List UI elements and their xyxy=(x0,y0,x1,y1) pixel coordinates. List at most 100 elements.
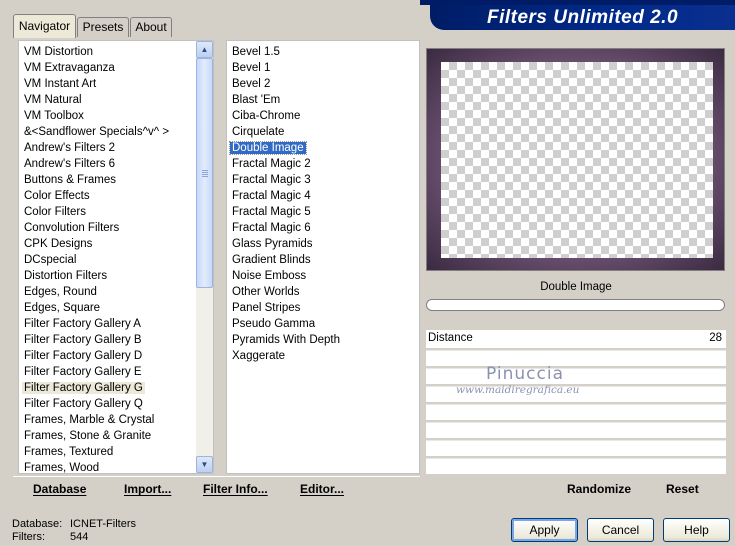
list-item-label: Other Worlds xyxy=(232,286,300,298)
database-label: Database: xyxy=(12,518,63,530)
list-item[interactable]: Frames, Marble & Crystal xyxy=(19,412,213,428)
list-item[interactable]: VM Distortion xyxy=(19,44,213,60)
list-item[interactable]: Filter Factory Gallery G xyxy=(19,380,213,396)
list-item[interactable]: Bevel 1 xyxy=(227,60,419,76)
list-item[interactable]: VM Instant Art xyxy=(19,76,213,92)
list-item[interactable]: Andrew's Filters 2 xyxy=(19,140,213,156)
list-item[interactable]: Panel Stripes xyxy=(227,300,419,316)
list-item-label: Edges, Square xyxy=(24,302,101,314)
parameter-row-empty xyxy=(426,350,726,366)
list-item[interactable]: Ciba-Chrome xyxy=(227,108,419,124)
list-item-label: Frames, Marble & Crystal xyxy=(24,414,155,426)
list-item[interactable]: Fractal Magic 3 xyxy=(227,172,419,188)
parameter-value: 28 xyxy=(709,332,722,344)
list-item[interactable]: Convolution Filters xyxy=(19,220,213,236)
list-item-label: VM Natural xyxy=(24,94,82,106)
list-item[interactable]: Distortion Filters xyxy=(19,268,213,284)
scroll-up-button[interactable]: ▲ xyxy=(196,41,213,58)
randomize-button[interactable]: Randomize xyxy=(567,480,631,498)
editor-button[interactable]: Editor... xyxy=(300,480,344,498)
parameter-row-empty xyxy=(426,368,726,384)
list-item[interactable]: Other Worlds xyxy=(227,284,419,300)
help-button[interactable]: Help xyxy=(663,518,730,542)
list-item[interactable]: Fractal Magic 6 xyxy=(227,220,419,236)
tab-about[interactable]: About xyxy=(130,17,172,37)
list-item[interactable]: Pseudo Gamma xyxy=(227,316,419,332)
list-item-label: Gradient Blinds xyxy=(232,254,311,266)
list-item[interactable]: Fractal Magic 4 xyxy=(227,188,419,204)
list-item[interactable]: Bevel 1.5 xyxy=(227,44,419,60)
list-item-label: Filter Factory Gallery Q xyxy=(24,398,143,410)
list-item-label: Bevel 1 xyxy=(232,62,271,74)
list-item-label: VM Toolbox xyxy=(24,110,84,122)
list-item[interactable]: Frames, Wood xyxy=(19,460,213,474)
parameter-row-distance[interactable]: Distance 28 xyxy=(426,330,726,348)
tab-navigator[interactable]: Navigator xyxy=(13,14,76,38)
list-item[interactable]: Filter Factory Gallery E xyxy=(19,364,213,380)
list-item-label: DCspecial xyxy=(24,254,77,266)
list-item[interactable]: Noise Emboss xyxy=(227,268,419,284)
list-item-label: Pyramids With Depth xyxy=(232,334,341,346)
list-item[interactable]: Filter Factory Gallery Q xyxy=(19,396,213,412)
list-item-label: Bevel 1.5 xyxy=(232,46,280,58)
watermark-url: www.maidiregrafica.eu xyxy=(456,384,580,396)
list-item-label: Color Filters xyxy=(24,206,86,218)
category-list[interactable]: VM Distortion VM Extravaganza VM Instant A… xyxy=(18,40,214,474)
list-item[interactable]: Gradient Blinds xyxy=(227,252,419,268)
parameter-row-empty xyxy=(426,422,726,438)
list-item-label: Pseudo Gamma xyxy=(232,318,316,330)
progress-bar xyxy=(426,299,725,311)
list-item[interactable]: Buttons & Frames xyxy=(19,172,213,188)
apply-button[interactable]: Apply xyxy=(511,518,578,542)
list-item[interactable]: CPK Designs xyxy=(19,236,213,252)
list-item[interactable]: Color Filters xyxy=(19,204,213,220)
list-item-label: Glass Pyramids xyxy=(232,238,313,250)
list-item[interactable]: VM Toolbox xyxy=(19,108,213,124)
list-item[interactable]: Bevel 2 xyxy=(227,76,419,92)
database-button[interactable]: Database xyxy=(33,480,86,498)
list-item[interactable]: Blast 'Em xyxy=(227,92,419,108)
list-item-label: Noise Emboss xyxy=(232,270,307,282)
list-item[interactable]: &<Sandflower Specials^v^ > xyxy=(19,124,213,140)
import-button[interactable]: Import... xyxy=(124,480,171,498)
list-item[interactable]: Filter Factory Gallery B xyxy=(19,332,213,348)
list-item-label: Bevel 2 xyxy=(232,78,271,90)
list-item[interactable]: Edges, Round xyxy=(19,284,213,300)
reset-button[interactable]: Reset xyxy=(666,480,699,498)
list-item[interactable]: Color Effects xyxy=(19,188,213,204)
list-item[interactable]: Andrew's Filters 6 xyxy=(19,156,213,172)
category-scrollbar[interactable]: ▲ ▼ xyxy=(196,41,213,473)
list-item[interactable]: VM Extravaganza xyxy=(19,60,213,76)
tab-presets[interactable]: Presets xyxy=(77,17,129,37)
list-item[interactable]: Double Image xyxy=(227,140,419,156)
list-item-label: Distortion Filters xyxy=(24,270,108,282)
list-item[interactable]: VM Natural xyxy=(19,92,213,108)
list-item[interactable]: Frames, Textured xyxy=(19,444,213,460)
list-item[interactable]: Frames, Stone & Granite xyxy=(19,428,213,444)
parameter-row-empty xyxy=(426,404,726,420)
database-value: ICNET-Filters xyxy=(70,518,136,530)
list-item-label: Filter Factory Gallery G xyxy=(22,382,145,394)
app-title-banner: Filters Unlimited 2.0 xyxy=(430,5,735,30)
watermark-name: Pinuccia xyxy=(486,364,564,384)
list-item-label: Frames, Wood xyxy=(24,462,100,474)
scroll-down-button[interactable]: ▼ xyxy=(196,456,213,473)
list-item[interactable]: Fractal Magic 2 xyxy=(227,156,419,172)
list-item[interactable]: Cirquelate xyxy=(227,124,419,140)
list-item[interactable]: Glass Pyramids xyxy=(227,236,419,252)
list-item[interactable]: Pyramids With Depth xyxy=(227,332,419,348)
scroll-thumb[interactable] xyxy=(196,58,213,288)
list-item[interactable]: Edges, Square xyxy=(19,300,213,316)
list-item-label: Fractal Magic 3 xyxy=(232,174,311,186)
filter-info-button[interactable]: Filter Info... xyxy=(203,480,268,498)
cancel-button[interactable]: Cancel xyxy=(587,518,654,542)
list-item-label: Fractal Magic 5 xyxy=(232,206,311,218)
list-item[interactable]: Fractal Magic 5 xyxy=(227,204,419,220)
filter-list[interactable]: Bevel 1.5 Bevel 1 Bevel 2 Blast 'Em Ciba-Chr… xyxy=(226,40,420,474)
list-item[interactable]: DCspecial xyxy=(19,252,213,268)
list-item[interactable]: Filter Factory Gallery D xyxy=(19,348,213,364)
list-item-label: Color Effects xyxy=(24,190,90,202)
list-item[interactable]: Filter Factory Gallery A xyxy=(19,316,213,332)
list-item-label: Panel Stripes xyxy=(232,302,301,314)
list-item[interactable]: Xaggerate xyxy=(227,348,419,364)
